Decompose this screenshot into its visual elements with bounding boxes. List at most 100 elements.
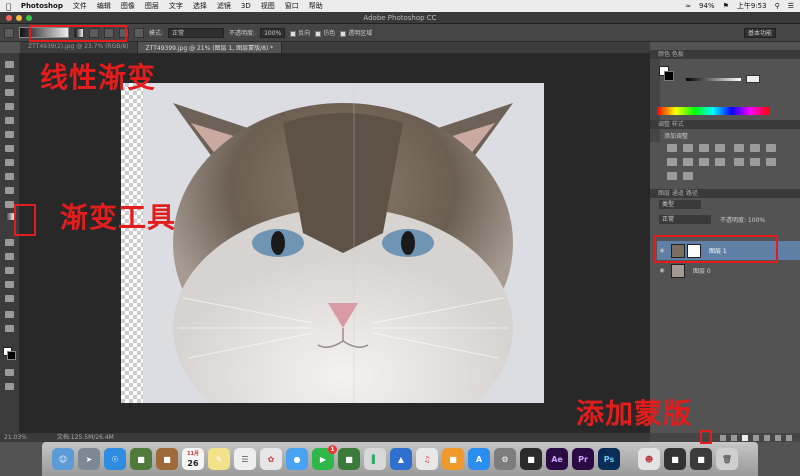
hand-tool-icon[interactable]: [5, 311, 14, 318]
layer-kind-filter[interactable]: 类型: [659, 200, 701, 209]
menu-3d[interactable]: 3D: [241, 2, 251, 10]
diamond-gradient-button[interactable]: [134, 27, 144, 38]
app-icon[interactable]: ■: [338, 448, 360, 470]
apple-icon[interactable]: : [6, 2, 11, 11]
dodge-tool-icon[interactable]: [5, 239, 14, 246]
transparency-option[interactable]: 透明区域: [340, 28, 372, 37]
add-mask-icon[interactable]: [742, 434, 748, 441]
premiere-icon[interactable]: Pr: [572, 448, 594, 470]
system-preferences-icon[interactable]: ⚙: [494, 448, 516, 470]
layers-panel-tabs[interactable]: 图层 通道 路径: [650, 189, 800, 198]
photos-icon[interactable]: ✿: [260, 448, 282, 470]
gradient-map-icon[interactable]: [667, 172, 677, 180]
battery-status[interactable]: 94%: [699, 2, 715, 10]
menu-image[interactable]: 图像: [121, 1, 135, 11]
photo-filter-icon[interactable]: [683, 158, 693, 166]
downloads-icon[interactable]: ■: [690, 448, 712, 470]
app-menu[interactable]: Photoshop: [21, 2, 63, 10]
photos-browser-icon[interactable]: ■: [130, 448, 152, 470]
gradient-tool-icon[interactable]: [5, 213, 14, 220]
messages-icon[interactable]: ●: [286, 448, 308, 470]
tool-preset-picker[interactable]: [4, 27, 14, 38]
exposure-icon[interactable]: [715, 144, 725, 152]
menu-list-icon[interactable]: ☰: [788, 2, 794, 10]
trash-icon[interactable]: [786, 434, 792, 441]
channel-mixer-icon[interactable]: [699, 158, 709, 166]
eyedropper-tool-icon[interactable]: [5, 131, 14, 138]
color-balance-icon[interactable]: [765, 144, 776, 152]
avatar-icon[interactable]: ☻: [638, 448, 660, 470]
marquee-tool-icon[interactable]: [5, 75, 14, 82]
eraser-tool-icon[interactable]: [5, 201, 14, 208]
reverse-checkbox[interactable]: [290, 30, 297, 37]
lookup-icon[interactable]: [715, 158, 725, 166]
invert-icon[interactable]: [733, 158, 744, 166]
menu-type[interactable]: 文字: [169, 1, 183, 11]
dither-checkbox[interactable]: [315, 30, 322, 37]
shape-tool-icon[interactable]: [5, 295, 14, 302]
opacity-input[interactable]: 100%: [260, 27, 286, 38]
app-store-icon[interactable]: A: [468, 448, 490, 470]
notes-icon[interactable]: ✎: [208, 448, 230, 470]
facetime-icon[interactable]: ▶ 1: [312, 445, 337, 470]
layer-row-0[interactable]: ◉ 图层 0: [657, 261, 800, 280]
hue-icon[interactable]: [749, 144, 760, 152]
dither-option[interactable]: 仿色: [315, 28, 335, 37]
layer-opacity[interactable]: 不透明度: 100%: [720, 215, 765, 224]
pen-tool-icon[interactable]: [5, 253, 14, 260]
folder-stack-icon[interactable]: ■: [664, 448, 686, 470]
tab-document-2[interactable]: ZTT49399.jpg @ 21% (图层 1, 图层蒙版/8) *: [137, 42, 283, 53]
move-tool-icon[interactable]: [5, 61, 14, 68]
menu-filter[interactable]: 滤镜: [217, 1, 231, 11]
clock[interactable]: 上午9:53: [737, 1, 767, 11]
color-slider[interactable]: [686, 78, 741, 81]
stamp-tool-icon[interactable]: [5, 173, 14, 180]
books-icon[interactable]: ■: [442, 448, 464, 470]
color-panel-tabs[interactable]: 颜色 色板: [650, 50, 800, 59]
after-effects-icon[interactable]: Ae: [546, 448, 568, 470]
search-icon[interactable]: ⚲: [775, 2, 780, 10]
layer-blend-mode[interactable]: 正常: [659, 215, 711, 224]
transparency-checkbox[interactable]: [340, 30, 347, 37]
app-icon[interactable]: ■: [520, 448, 542, 470]
menu-help[interactable]: 帮助: [309, 1, 323, 11]
flag-icon[interactable]: ⚑: [723, 2, 729, 10]
background-color-swatch[interactable]: [7, 351, 16, 360]
finder-icon[interactable]: ☺: [52, 448, 74, 470]
adjustment-layer-icon[interactable]: [753, 434, 759, 441]
selective-color-icon[interactable]: [683, 172, 693, 180]
reminders-icon[interactable]: ☰: [234, 448, 256, 470]
layer-style-icon[interactable]: [731, 434, 737, 441]
adjustments-panel-tabs[interactable]: 调整 样式: [650, 120, 800, 129]
music-icon[interactable]: ♫: [416, 448, 438, 470]
reverse-option[interactable]: 反向: [290, 28, 310, 37]
mode-select[interactable]: 正常: [168, 27, 225, 38]
crop-tool-icon[interactable]: [5, 117, 14, 124]
lasso-tool-icon[interactable]: [5, 89, 14, 96]
launchpad-icon[interactable]: ➤: [78, 448, 100, 470]
healing-tool-icon[interactable]: [5, 145, 14, 152]
menu-view[interactable]: 视图: [261, 1, 275, 11]
levels-icon[interactable]: [683, 144, 693, 152]
posterize-icon[interactable]: [749, 158, 760, 166]
color-value-field[interactable]: [746, 75, 760, 83]
eye-icon[interactable]: ◉: [657, 267, 667, 274]
keynote-icon[interactable]: ▲: [390, 448, 412, 470]
safari-icon[interactable]: ☉: [104, 448, 126, 470]
bw-icon[interactable]: [667, 158, 677, 166]
zoom-level[interactable]: 21.03%: [4, 433, 27, 442]
screen-mode-icon[interactable]: [5, 383, 14, 390]
tab-document-1[interactable]: ZTT4939(2).jpg @ 23.7% (RGB/8): [20, 42, 138, 53]
brightness-icon[interactable]: [667, 144, 677, 152]
history-brush-tool-icon[interactable]: [5, 187, 14, 194]
new-group-icon[interactable]: [764, 434, 770, 441]
menu-select[interactable]: 选择: [193, 1, 207, 11]
calendar-icon[interactable]: 11月 26: [182, 448, 204, 470]
new-layer-icon[interactable]: [775, 434, 781, 441]
link-layers-icon[interactable]: [720, 434, 726, 441]
trash-icon[interactable]: 🗑: [716, 448, 738, 470]
curves-icon[interactable]: [699, 144, 709, 152]
menu-layer[interactable]: 图层: [145, 1, 159, 11]
menu-window[interactable]: 窗口: [285, 1, 299, 11]
zoom-tool-icon[interactable]: [5, 325, 14, 332]
